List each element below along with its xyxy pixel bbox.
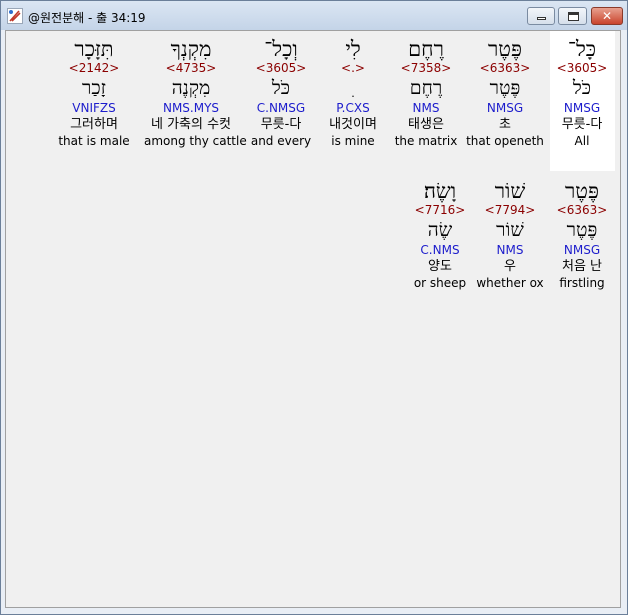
word-column[interactable]: מִקְנְךָ <4735> מִקְנֶה NMS.MYS 네 가축의 수컷… xyxy=(144,36,247,149)
strong-number: <4735> xyxy=(165,61,217,75)
maximize-button[interactable] xyxy=(558,7,587,25)
hebrew-word: וָשֶׂה׃ xyxy=(423,179,457,203)
minimize-button[interactable] xyxy=(527,7,555,25)
strong-number: <2142> xyxy=(68,61,120,75)
morphology-code: C.NMS xyxy=(420,243,460,257)
app-icon xyxy=(7,8,23,24)
hebrew-lemma: זָכַר xyxy=(82,77,106,99)
hebrew-lemma: מִקְנֶה xyxy=(171,77,211,99)
morphology-code: NMS.MYS xyxy=(162,101,220,115)
korean-gloss: 양도 xyxy=(428,259,452,274)
korean-gloss: 그러하며 xyxy=(70,117,118,132)
strong-number: <7716> xyxy=(414,203,466,217)
word-column[interactable]: וְכָל־ <3605> כֹּל C.NMSG 무릇-다 and every xyxy=(234,36,328,149)
maximize-icon xyxy=(568,12,579,21)
hebrew-lemma: כֹּל xyxy=(271,77,291,99)
interlinear-panel: כָּל־ <3605> כֹּל NMSG 무릇-다 All פֶּטֶר <… xyxy=(5,30,621,608)
english-gloss: or sheep xyxy=(413,276,467,290)
morphology-code: C.NMSG xyxy=(256,101,306,115)
korean-gloss: 네 가축의 수컷 xyxy=(150,117,232,132)
window-title: @원전분해 - 출 34:19 xyxy=(28,11,146,25)
hebrew-word: תִּזָּכָר xyxy=(74,37,114,61)
close-icon: ✕ xyxy=(601,9,613,23)
app-window: @원전분해 - 출 34:19 ✕ כָּל־ <3605> כֹּל NMSG… xyxy=(0,0,628,615)
english-gloss: and every xyxy=(250,134,312,148)
english-gloss: among thy cattle xyxy=(144,134,247,148)
hebrew-lemma: שֶׂה xyxy=(427,219,453,241)
hebrew-word: מִקְנְךָ xyxy=(170,37,212,61)
title-bar[interactable]: @원전분해 - 출 34:19 ✕ xyxy=(1,1,627,30)
korean-gloss: 무릇-다 xyxy=(260,117,302,132)
morphology-code: VNIFZS xyxy=(72,101,116,115)
strong-number: <3605> xyxy=(255,61,307,75)
minimize-icon xyxy=(537,17,546,20)
close-button[interactable]: ✕ xyxy=(591,7,623,25)
word-column[interactable]: תִּזָּכָר <2142> זָכַר VNIFZS 그러하며 that … xyxy=(47,36,141,149)
english-gloss: that is male xyxy=(58,134,130,148)
hebrew-word: וְכָל־ xyxy=(264,37,298,61)
word-column[interactable]: וָשֶׂה׃ <7716> שֶׂה C.NMS 양도 or sheep xyxy=(393,178,487,291)
